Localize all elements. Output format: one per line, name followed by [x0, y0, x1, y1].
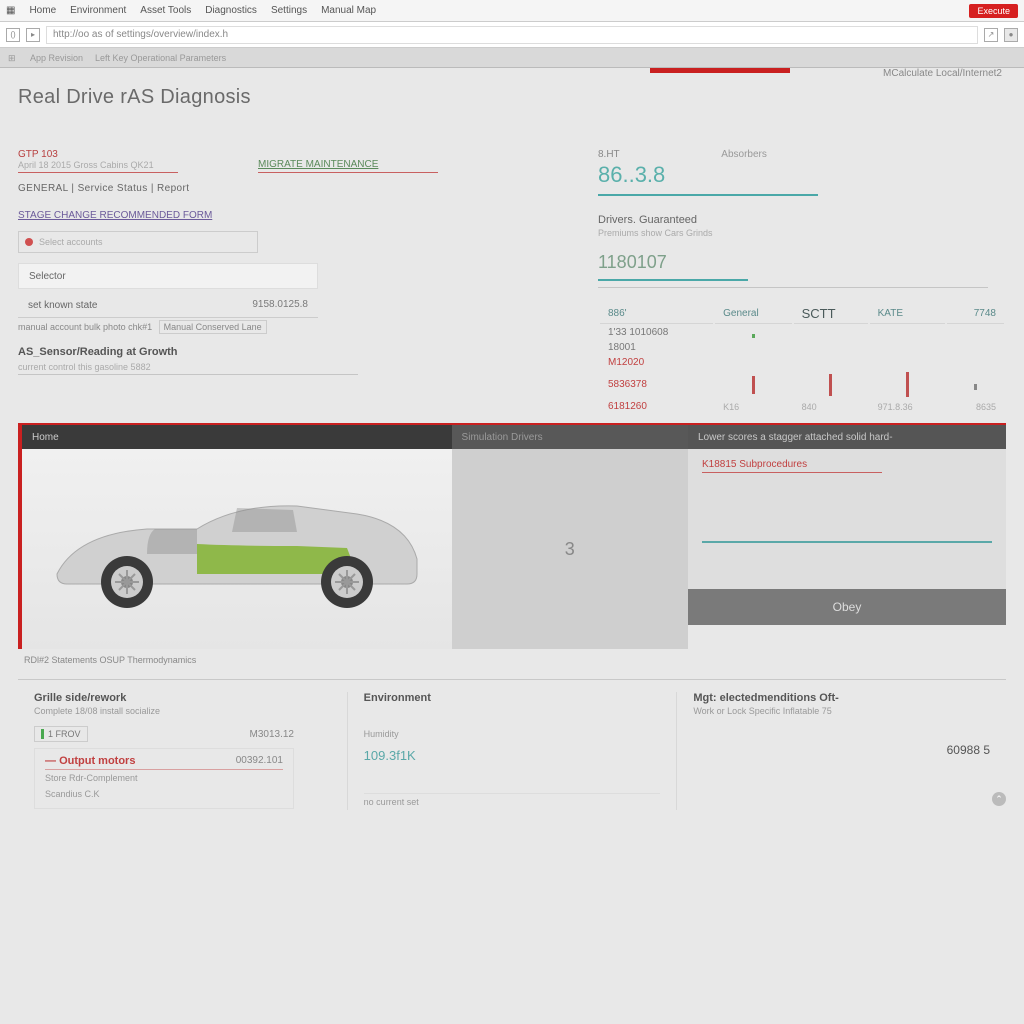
table-header: 886' [600, 304, 713, 324]
tag-value: M3013.12 [250, 729, 294, 740]
card-title: Grille side/rework [34, 692, 331, 704]
divider [702, 472, 882, 473]
data-value: 9158.0125.8 [252, 299, 308, 310]
right-column: 8.HT 86..3.8 Absorbers Drivers. Guarante… [578, 149, 1006, 415]
card-sub [364, 706, 661, 716]
inner-box: — Output motors 00392.101 Store Rdr-Comp… [34, 748, 294, 809]
panels: Home Simulation Drivers 3 Lower scores a… [18, 423, 1006, 649]
browse-accounts[interactable]: Select accounts [18, 231, 258, 253]
manual-tag[interactable]: Manual Conserved Lane [159, 320, 267, 334]
card-sub: Complete 18/08 install socialize [34, 706, 331, 716]
panel-header: Home [22, 425, 452, 449]
data-key: Selector [29, 271, 66, 282]
stage-change-link[interactable]: STAGE CHANGE RECOMMENDED FORM [18, 210, 212, 221]
row-line: Humidity [364, 726, 661, 742]
bottom-cards: Grille side/rework Complete 18/08 instal… [18, 679, 1006, 810]
divider [18, 374, 358, 375]
divider [18, 172, 178, 173]
panel-header: Lower scores a stagger attached solid ha… [688, 425, 1006, 449]
car-image [37, 474, 437, 624]
data-key: set known state [28, 300, 97, 311]
card-environment: Environment Humidity 109.3f1K no current… [347, 692, 677, 810]
table-header: KATE [870, 304, 946, 324]
divider [258, 172, 438, 173]
card-grille: Grille side/rework Complete 18/08 instal… [18, 692, 347, 810]
table-row: 1'33 1010608 [600, 326, 1004, 339]
back-button[interactable]: () [6, 28, 20, 42]
table-row: M12020 [600, 356, 1004, 369]
mgt-value: 60988 5 [693, 740, 990, 760]
long-line: manual account bulk photo chk#1 Manual C… [18, 322, 578, 332]
data-row: Selector [18, 263, 318, 289]
metric-label: 8.HT [598, 149, 665, 160]
table-row: 18001 [600, 341, 1004, 354]
chip-sub: April 18 2015 Gross Cabins QK21 [18, 160, 178, 170]
panel-header: Simulation Drivers [452, 425, 688, 449]
group-sub: Premiums show Cars Grinds [598, 228, 1006, 238]
help-icon[interactable]: ⌃ [992, 792, 1006, 806]
obey-button[interactable]: Obey [688, 589, 1006, 625]
url-input[interactable] [46, 26, 978, 44]
divider [598, 194, 818, 196]
panel-caption: RDl#2 Statements OSUP Thermodynamics [24, 655, 1006, 665]
menu-item[interactable]: Asset Tools [140, 5, 191, 16]
tab[interactable]: Left Key Operational Parameters [95, 53, 226, 63]
row-line: Scandius C.K [45, 786, 283, 802]
card-title: Environment [364, 692, 661, 704]
data-row: set known state 9158.0125.8 [18, 293, 318, 318]
page-title: Real Drive rAS Diagnosis [18, 86, 1006, 109]
tag[interactable]: 1 FROV [34, 726, 88, 742]
tab-strip: ⊞ App Revision Left Key Operational Para… [0, 48, 1024, 68]
browse-label: Select accounts [39, 237, 103, 247]
top-link[interactable]: MCalculate Local/Internet2 [883, 68, 1002, 79]
row-line: no current set [364, 793, 661, 810]
divider [598, 279, 748, 281]
status-dot-icon [25, 238, 33, 246]
section-heading: AS_Sensor/Reading at Growth [18, 346, 578, 358]
execute-button[interactable]: Execute [969, 4, 1018, 18]
section-sub: current control this gasoline 5882 [18, 362, 578, 372]
divider [702, 541, 992, 543]
row-line: Store Rdr-Complement [45, 770, 283, 786]
group-title: Drivers. Guaranteed [598, 214, 1006, 226]
menu-item[interactable]: Home [29, 5, 56, 16]
sim-panel: Simulation Drivers 3 [452, 425, 688, 649]
table-row: 5836378 [600, 371, 1004, 398]
menu-item[interactable]: Manual Map [321, 5, 376, 16]
metric-sub: Absorbers [721, 149, 767, 160]
menu-item[interactable]: Settings [271, 5, 307, 16]
forward-button[interactable]: ▸ [26, 28, 40, 42]
inner-breadcrumb: GENERAL | Service Status | Report [18, 183, 578, 194]
table-header: SCTT [794, 304, 868, 324]
output-value: 00392.101 [236, 755, 283, 767]
divider [598, 287, 988, 288]
record-icon[interactable]: ● [1004, 28, 1018, 42]
table-header: 7748 [947, 304, 1004, 324]
table-header: General [715, 304, 791, 324]
metric-value: 86..3.8 [598, 162, 665, 188]
card-mgt: Mgt: electedmenditions Oft- Work or Lock… [676, 692, 1006, 810]
card-sub: Work or Lock Specific Inflatable 75 [693, 706, 990, 716]
left-column: GTP 103 April 18 2015 Gross Cabins QK21 … [18, 149, 578, 415]
output-label: — Output motors [45, 755, 135, 767]
tab[interactable]: App Revision [30, 53, 83, 63]
url-bar: () ▸ ↗ ● [0, 22, 1024, 48]
chip-migrate[interactable]: MIGRATE MAINTENANCE [258, 159, 438, 170]
card-title: Mgt: electedmenditions Oft- [693, 692, 990, 704]
vehicle-panel: Home [18, 425, 452, 649]
table-row: 6181260K16840971.8.368635 [600, 400, 1004, 413]
tab-icon: ⊞ [8, 53, 18, 63]
group-value: 1180107 [598, 252, 667, 273]
chip-gtp[interactable]: GTP 103 [18, 149, 178, 160]
scores-panel: Lower scores a stagger attached solid ha… [688, 425, 1006, 649]
env-value: 109.3f1K [364, 748, 661, 763]
menu-item[interactable]: Diagnostics [205, 5, 257, 16]
menubar: ▦ Home Environment Asset Tools Diagnosti… [0, 0, 1024, 22]
app-icon: ▦ [6, 5, 15, 16]
external-icon[interactable]: ↗ [984, 28, 998, 42]
sim-body: 3 [452, 449, 688, 649]
stat-table: 886' General SCTT KATE 7748 1'33 1010608… [598, 302, 1006, 415]
menu-item[interactable]: Environment [70, 5, 126, 16]
sub-code: K18815 Subprocedures [702, 459, 992, 470]
